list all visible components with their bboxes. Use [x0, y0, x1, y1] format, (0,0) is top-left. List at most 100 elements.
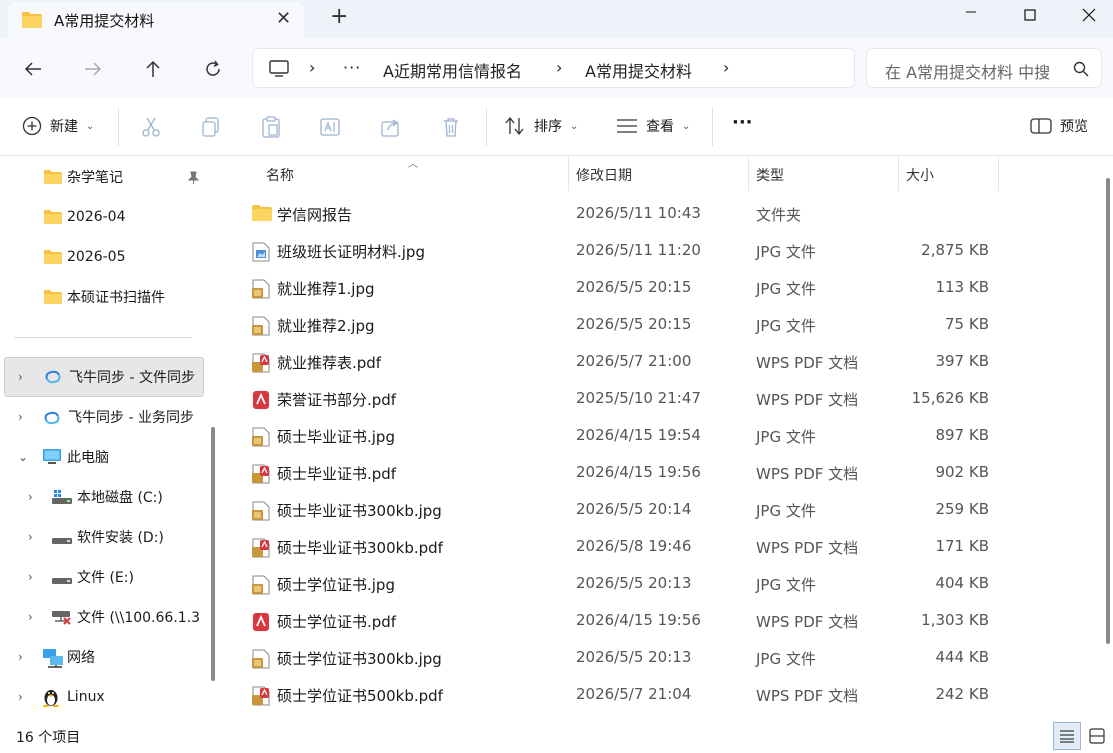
- sidebar-item-drive-c[interactable]: › 本地磁盘 (C:): [0, 479, 204, 515]
- chevron-right-icon[interactable]: ›: [309, 58, 315, 77]
- file-row[interactable]: 硕士毕业证书.pdf 2026/4/15 19:56 WPS PDF 文档 902 K…: [224, 454, 994, 491]
- refresh-button[interactable]: [198, 54, 228, 84]
- search-input[interactable]: 在 A常用提交材料 中搜索: [885, 59, 1051, 83]
- more-options-button[interactable]: ···: [732, 112, 753, 133]
- file-type: WPS PDF 文档: [756, 687, 859, 705]
- file-list-scrollbar[interactable]: [1106, 178, 1110, 644]
- folder-icon: [44, 210, 62, 228]
- sidebar-item-network-drive[interactable]: › 文件 (\\100.66.1.3: [0, 599, 204, 635]
- view-button[interactable]: 查看 ⌄: [616, 116, 690, 136]
- tiles-view-button[interactable]: [1083, 722, 1111, 750]
- file-size: 15,626 KB: [911, 389, 989, 407]
- copy-icon[interactable]: [200, 116, 222, 142]
- file-row[interactable]: 硕士毕业证书300kb.pdf 2026/5/8 19:46 WPS PDF 文档 1…: [224, 528, 994, 565]
- close-icon: [1082, 8, 1096, 22]
- chevron-right-icon[interactable]: ›: [18, 370, 23, 384]
- sidebar-item-drive-e[interactable]: › 文件 (E:): [0, 559, 204, 595]
- preview-pane-icon: [1030, 118, 1052, 134]
- column-divider[interactable]: [998, 157, 999, 191]
- sidebar-item-certificates[interactable]: 本硕证书扫描件: [0, 279, 204, 315]
- tab-current[interactable]: A常用提交材料 ✕: [8, 2, 304, 38]
- chevron-down-icon[interactable]: ⌄: [18, 450, 28, 464]
- column-divider[interactable]: [748, 157, 749, 191]
- sidebar-scrollbar[interactable]: [211, 427, 215, 681]
- file-row[interactable]: 硕士学位证书.pdf 2026/4/15 19:56 WPS PDF 文档 1,303…: [224, 602, 994, 639]
- command-bar: 新建 ⌄ 排序 ⌄ 查看 ⌄ ··· 预览: [0, 98, 1113, 156]
- sidebar-item-drive-d[interactable]: › 软件安装 (D:): [0, 519, 204, 555]
- breadcrumb-item-parent[interactable]: A近期常用信情报名: [383, 58, 522, 82]
- file-row[interactable]: 硕士毕业证书.jpg 2026/4/15 19:54 JPG 文件 897 KB: [224, 417, 994, 454]
- file-row[interactable]: 就业推荐2.jpg 2026/5/5 20:15 JPG 文件 75 KB: [224, 306, 994, 343]
- sidebar-item-feiniu-business-sync[interactable]: › 飞牛同步 - 业务同步: [0, 399, 204, 435]
- file-row[interactable]: 硕士学位证书500kb.pdf 2026/5/7 21:04 WPS PDF 文档 2…: [224, 676, 994, 713]
- sidebar-item-2026-05[interactable]: 2026-05: [0, 239, 204, 275]
- rename-icon[interactable]: [320, 116, 342, 142]
- file-type: JPG 文件: [756, 280, 816, 298]
- column-header-date[interactable]: 修改日期: [576, 157, 746, 191]
- new-button[interactable]: 新建 ⌄: [22, 116, 94, 136]
- search-box[interactable]: 在 A常用提交材料 中搜索: [866, 48, 1102, 88]
- sidebar-item-feiniu-file-sync[interactable]: › 飞牛同步 - 文件同步: [4, 357, 204, 397]
- arrow-up-icon: [146, 60, 160, 77]
- chevron-right-icon[interactable]: ›: [18, 650, 23, 664]
- new-tab-button[interactable]: +: [330, 4, 348, 29]
- column-header-size[interactable]: 大小: [906, 157, 996, 191]
- sync-icon: [43, 369, 63, 389]
- file-row[interactable]: 荣誉证书部分.pdf 2025/5/10 21:47 WPS PDF 文档 15,62…: [224, 380, 994, 417]
- folder-icon: [44, 170, 62, 188]
- file-date: 2026/4/15 19:54: [576, 426, 701, 444]
- file-name: 就业推荐1.jpg: [277, 280, 375, 298]
- breadcrumb-item-current[interactable]: A常用提交材料: [585, 58, 692, 82]
- breadcrumb-more[interactable]: ···: [343, 58, 361, 77]
- file-row[interactable]: 硕士毕业证书300kb.jpg 2026/5/5 20:14 JPG 文件 259 K…: [224, 491, 994, 528]
- up-button[interactable]: [138, 54, 168, 84]
- file-row[interactable]: 就业推荐表.pdf 2026/5/7 21:00 WPS PDF 文档 397 KB: [224, 343, 994, 380]
- sort-button[interactable]: 排序 ⌄: [504, 116, 578, 136]
- sidebar-item-linux[interactable]: › Linux: [0, 679, 204, 715]
- close-window-button[interactable]: [1066, 0, 1112, 30]
- chevron-right-icon[interactable]: ›: [723, 58, 729, 77]
- column-divider[interactable]: [568, 157, 569, 191]
- file-name: 就业推荐2.jpg: [277, 317, 375, 335]
- sidebar-item-notes[interactable]: 杂学笔记: [0, 159, 204, 195]
- column-divider[interactable]: [898, 157, 899, 191]
- paste-icon[interactable]: [260, 116, 282, 142]
- chevron-right-icon[interactable]: ›: [28, 490, 33, 504]
- file-date: 2026/5/11 10:43: [576, 204, 701, 222]
- pin-icon[interactable]: [186, 171, 200, 189]
- file-date: 2026/5/5 20:13: [576, 648, 692, 666]
- cut-icon[interactable]: [140, 116, 162, 142]
- file-date: 2026/5/7 21:00: [576, 352, 692, 370]
- file-row[interactable]: 硕士学位证书.jpg 2026/5/5 20:13 JPG 文件 404 KB: [224, 565, 994, 602]
- sidebar-item-network[interactable]: › 网络: [0, 639, 204, 675]
- column-header-type[interactable]: 类型: [756, 157, 896, 191]
- maximize-button[interactable]: [1007, 0, 1053, 30]
- sidebar-item-label: 飞牛同步 - 文件同步: [69, 370, 195, 386]
- file-row[interactable]: 就业推荐1.jpg 2026/5/5 20:15 JPG 文件 113 KB: [224, 269, 994, 306]
- address-bar[interactable]: › ··· A近期常用信情报名 › A常用提交材料 ›: [252, 48, 855, 88]
- chevron-right-icon[interactable]: ›: [18, 410, 23, 424]
- file-row[interactable]: 学信网报告 2026/5/11 10:43 文件夹: [224, 195, 994, 232]
- file-row[interactable]: 硕士学位证书300kb.jpg 2026/5/5 20:13 JPG 文件 444 K…: [224, 639, 994, 676]
- forward-button[interactable]: [78, 54, 108, 84]
- sidebar-item-2026-04[interactable]: 2026-04: [0, 199, 204, 235]
- title-bar: A常用提交材料 ✕ +: [0, 0, 1113, 38]
- file-row[interactable]: 班级班长证明材料.jpg 2026/5/11 11:20 JPG 文件 2,875 K…: [224, 232, 994, 269]
- pc-icon: [42, 448, 62, 470]
- back-button[interactable]: [18, 54, 48, 84]
- file-name: 硕士毕业证书.pdf: [277, 465, 397, 483]
- column-header-name[interactable]: 名称: [266, 157, 566, 191]
- chevron-right-icon[interactable]: ›: [28, 530, 33, 544]
- chevron-right-icon[interactable]: ›: [28, 610, 33, 624]
- preview-button[interactable]: 预览: [1030, 116, 1088, 136]
- share-icon[interactable]: [380, 116, 402, 142]
- chevron-right-icon[interactable]: ›: [556, 58, 562, 77]
- chevron-right-icon[interactable]: ›: [28, 570, 33, 584]
- delete-icon[interactable]: [440, 116, 462, 142]
- details-view-button[interactable]: [1053, 722, 1081, 750]
- chevron-right-icon[interactable]: ›: [18, 690, 23, 704]
- minimize-button[interactable]: [948, 0, 994, 30]
- sidebar-item-this-pc[interactable]: ⌄ 此电脑: [0, 439, 204, 475]
- close-tab-button[interactable]: ✕: [276, 8, 291, 29]
- search-icon[interactable]: [1073, 61, 1089, 81]
